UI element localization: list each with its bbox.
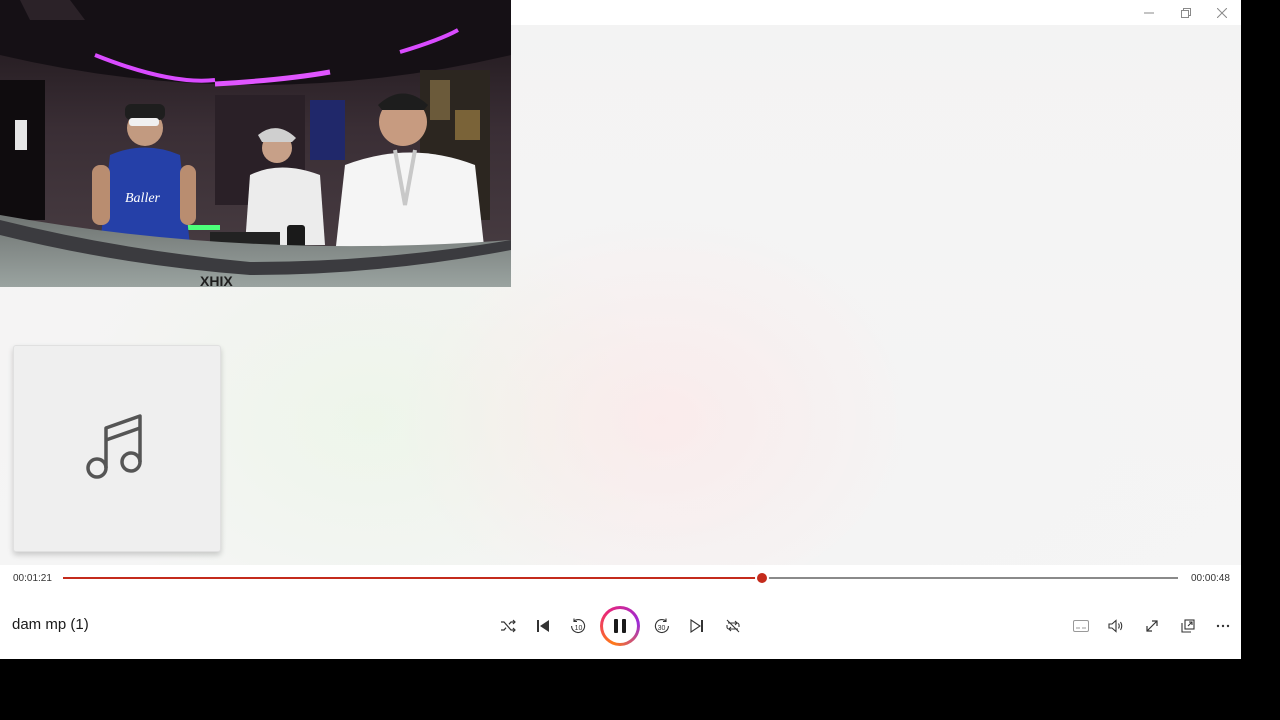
restore-icon[interactable] [1168,0,1204,25]
repeat-icon[interactable] [719,612,747,640]
minimize-icon[interactable] [1131,0,1167,25]
more-icon[interactable] [1209,612,1237,640]
mini-player-icon[interactable] [1174,612,1202,640]
remaining-time: 00:00:48 [1191,573,1230,584]
forward-30-icon[interactable]: 30 [648,612,676,640]
seek-thumb[interactable] [757,573,768,583]
album-art [13,345,221,552]
media-player-window: Baller XHIX 00:01:21 00:00:48 dam mp (1)… [0,0,1241,659]
close-icon[interactable] [1204,0,1240,25]
shuffle-icon[interactable] [494,612,522,640]
svg-text:Baller: Baller [125,191,161,206]
seek-bar[interactable] [63,573,1178,583]
elapsed-time: 00:01:21 [13,573,52,584]
pause-icon [603,609,637,643]
captions-icon[interactable] [1067,612,1095,640]
pause-button[interactable] [600,606,640,646]
title-bar [511,0,1241,25]
svg-text:30: 30 [658,625,666,632]
next-icon[interactable] [683,612,711,640]
svg-text:10: 10 [575,625,583,632]
track-title: dam mp (1) [12,616,89,633]
music-note-icon [85,410,149,487]
fullscreen-icon[interactable] [1138,612,1166,640]
transport-bar: 00:01:21 00:00:48 dam mp (1) 10 30 [0,565,1241,659]
svg-text:XHIX: XHIX [200,273,233,287]
seek-progress [63,577,763,579]
rewind-10-icon[interactable]: 10 [564,612,592,640]
video-frame[interactable]: Baller XHIX [0,0,511,287]
previous-icon[interactable] [529,612,557,640]
volume-icon[interactable] [1102,612,1130,640]
